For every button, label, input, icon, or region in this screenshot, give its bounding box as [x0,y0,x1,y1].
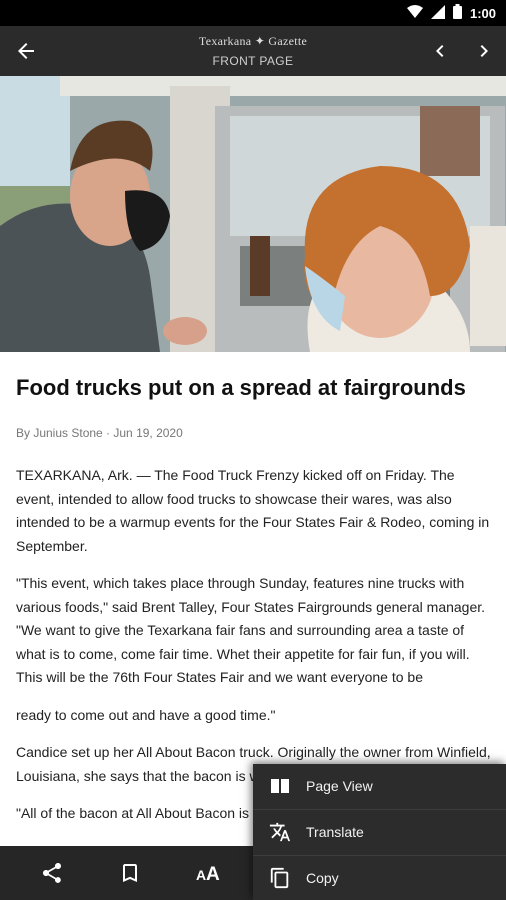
app-bar: Texarkana ✦ Gazette FRONT PAGE [0,26,506,76]
menu-item-page-view[interactable]: Page View [253,764,506,809]
article-body: Food trucks put on a spread at fairgroun… [16,352,492,826]
menu-item-label: Copy [306,870,339,886]
menu-item-copy[interactable]: Copy [253,856,506,900]
status-bar: 1:00 [0,0,506,26]
article-paragraph: "This event, which takes place through S… [16,575,486,685]
chevron-right-icon[interactable] [472,39,496,63]
wifi-icon [406,4,423,22]
status-time: 1:00 [469,5,496,21]
svg-text:A: A [206,864,220,885]
copy-icon [269,867,291,889]
translate-icon [269,821,291,843]
signal-icon [430,4,445,22]
svg-text:A: A [196,867,206,883]
overflow-menu: Page View Translate Copy [253,764,506,900]
menu-item-translate[interactable]: Translate [253,810,506,855]
menu-item-label: Page View [306,778,373,794]
article-paragraph: ready to come out and have a good time." [16,706,276,723]
menu-item-label: Translate [306,824,364,840]
bookmark-icon[interactable] [118,861,142,885]
battery-icon [452,4,462,22]
article-byline: By Junius Stone · Jun 19, 2020 [16,426,183,440]
article-photo [0,76,506,352]
article-paragraph: TEXARKANA, Ark. — The Food Truck Frenzy … [16,467,490,554]
article-headline: Food trucks put on a spread at fairgroun… [16,375,466,400]
share-icon[interactable] [40,861,64,885]
chevron-left-icon[interactable] [428,39,452,63]
page-view-icon [269,775,291,797]
text-size-icon[interactable]: AA [196,861,220,885]
